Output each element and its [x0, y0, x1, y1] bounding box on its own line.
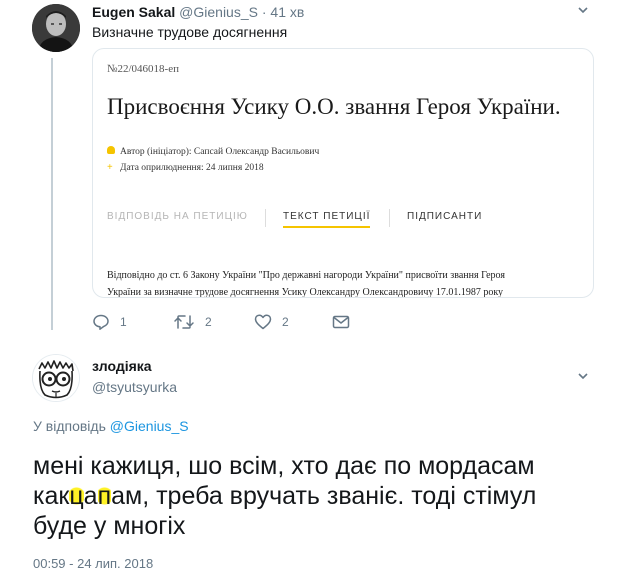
chevron-down-icon[interactable]: [577, 370, 589, 385]
tweet-text: мені кажиця, шо всім, хто дає по мордаса…: [33, 451, 608, 541]
reply-count: 1: [120, 315, 127, 329]
tab-divider: [265, 209, 266, 227]
petition-title: Присвоєння Усику О.О. звання Героя Украї…: [107, 94, 561, 119]
tweet-text-line: какцапам, треба вручать званіє. тоді сті…: [33, 481, 608, 511]
tab-petition-text[interactable]: ТЕКСТ ПЕТИЦІЇ: [283, 211, 371, 228]
reply-context: У відповідь @Gienius_S: [33, 418, 189, 434]
person-icon: [107, 146, 115, 154]
petition-card[interactable]: №22/046018-еп Присвоєння Усику О.О. зван…: [92, 48, 594, 298]
thread-connector-line: [51, 58, 53, 330]
text-fragment: как: [33, 482, 70, 510]
petition-date: Дата оприлюднення: 24 липня 2018: [120, 163, 264, 173]
like-count: 2: [282, 315, 289, 329]
profile-photo-icon: [32, 4, 80, 52]
separator-dot: ·: [261, 4, 267, 20]
retweet-icon: [174, 315, 194, 329]
glasses-face-icon: [33, 355, 79, 401]
petition-number: №22/046018-еп: [107, 63, 179, 75]
tab-petition-answer[interactable]: ВІДПОВІДЬ НА ПЕТИЦІЮ: [107, 211, 248, 222]
tab-divider: [389, 209, 390, 227]
petition-author-row: Автор (ініціатор): Сапсай Олександр Васи…: [107, 146, 319, 157]
highlighted-fragment: п: [97, 482, 112, 510]
tweet-text-line: мені кажиця, шо всім, хто дає по мордаса…: [33, 452, 535, 480]
petition-body-line: Відповідно до ст. 6 Закону України "Про …: [107, 270, 505, 281]
tweet-text: Визначне трудове досягнення: [92, 24, 288, 40]
retweet-button[interactable]: 2: [173, 313, 212, 331]
reply-prefix: У відповідь: [33, 418, 106, 434]
reply-to-link[interactable]: @Gienius_S: [110, 418, 189, 434]
reply-button[interactable]: 1: [92, 313, 127, 331]
avatar[interactable]: [32, 4, 80, 52]
text-fragment: а: [83, 482, 98, 510]
reply-icon: [93, 314, 109, 330]
tweet-time[interactable]: 41 хв: [270, 4, 304, 20]
author-handle[interactable]: @Gienius_S: [179, 4, 258, 20]
tab-signatories[interactable]: ПІДПИСАНТИ: [407, 211, 482, 222]
direct-message-button[interactable]: [332, 313, 350, 331]
highlighted-fragment: ц: [69, 482, 84, 510]
plus-icon: +: [107, 162, 113, 173]
like-button[interactable]: 2: [254, 313, 289, 331]
tweet-text-line: буде у многіх: [33, 512, 186, 540]
petition-author: Автор (ініціатор): Сапсай Олександр Васи…: [120, 147, 320, 157]
heart-icon: [254, 314, 272, 330]
chevron-down-icon[interactable]: [577, 4, 589, 19]
tweet-timestamp[interactable]: 00:59 - 24 лип. 2018: [33, 556, 153, 571]
petition-date-row: + Дата оприлюднення: 24 липня 2018: [107, 162, 264, 174]
author-name[interactable]: злодіяка: [92, 358, 152, 374]
avatar[interactable]: [32, 354, 80, 402]
tweet-header: Eugen Sakal @Gienius_S · 41 хв: [92, 4, 304, 20]
author-handle[interactable]: @tsyutsyurka: [92, 379, 177, 395]
text-fragment: ам, треба вручать званіє. тоді стімул: [111, 482, 537, 510]
petition-body: Відповідно до ст. 6 Закону України "Про …: [107, 267, 587, 298]
retweet-count: 2: [205, 315, 212, 329]
petition-body-line: України за визначне трудове досягнення У…: [107, 287, 504, 298]
envelope-icon: [332, 315, 350, 329]
author-name[interactable]: Eugen Sakal: [92, 4, 175, 20]
